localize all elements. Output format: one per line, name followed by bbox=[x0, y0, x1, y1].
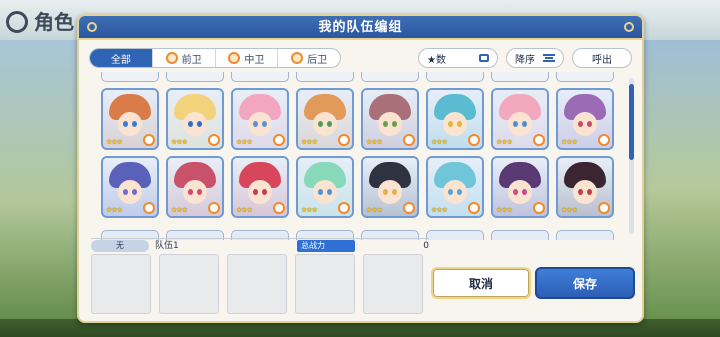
star-rating: ★★★ bbox=[106, 206, 123, 214]
background-right-scenery bbox=[634, 40, 720, 337]
character-card[interactable]: ★★★ bbox=[101, 156, 159, 218]
rank-icon bbox=[208, 134, 220, 146]
character-card[interactable]: ★★★ bbox=[491, 156, 549, 218]
character-card[interactable]: ★★★ bbox=[166, 156, 224, 218]
background-screen-title: 角色 bbox=[6, 6, 74, 34]
sort-key-icon bbox=[479, 54, 489, 62]
star-rating: ★★★ bbox=[106, 138, 123, 146]
rank-icon bbox=[143, 202, 155, 214]
star-rating: ★★★ bbox=[431, 206, 448, 214]
rank-icon bbox=[403, 134, 415, 146]
position-icon bbox=[165, 52, 178, 64]
star-rating: ★★★ bbox=[236, 206, 253, 214]
total-power-value: 0 bbox=[423, 241, 429, 251]
rank-icon bbox=[338, 134, 350, 146]
save-button[interactable]: 保存 bbox=[535, 267, 635, 299]
rank-icon bbox=[533, 202, 545, 214]
position-icon bbox=[228, 52, 241, 64]
star-rating: ★★★ bbox=[561, 206, 578, 214]
character-card[interactable]: ★★★ bbox=[556, 88, 614, 150]
team-info-bar: 无 队伍1 总战力 0 bbox=[91, 238, 429, 253]
rank-icon bbox=[468, 134, 480, 146]
star-rating: ★★★ bbox=[301, 138, 318, 146]
star-rating: ★★★ bbox=[496, 206, 513, 214]
star-rating: ★★★ bbox=[301, 206, 318, 214]
team-slot-1[interactable] bbox=[91, 254, 151, 314]
rank-icon bbox=[273, 134, 285, 146]
rank-icon bbox=[403, 202, 415, 214]
rank-icon bbox=[143, 134, 155, 146]
tab-front[interactable]: 前卫 bbox=[153, 49, 216, 67]
background-left-scenery bbox=[0, 40, 78, 337]
roster-grid: ★★★ ★★★ ★★★ ★★★ ★★★ ★★★ ★★★ ★★★ ★★★ ★★★ ★★★ ★★★ ★★★ ★… bbox=[101, 88, 623, 218]
character-card[interactable]: ★★★ bbox=[231, 88, 289, 150]
header-ornament-icon bbox=[87, 22, 97, 32]
callout-button[interactable]: 呼出 bbox=[572, 48, 632, 68]
team-slot-5[interactable] bbox=[363, 254, 423, 314]
character-card[interactable]: ★★★ bbox=[101, 88, 159, 150]
back-swirl-icon bbox=[6, 11, 28, 33]
character-card[interactable]: ★★★ bbox=[296, 156, 354, 218]
character-card[interactable]: ★★★ bbox=[361, 88, 419, 150]
sort-order-icon bbox=[543, 54, 555, 62]
sort-order-button[interactable]: 降序 bbox=[506, 48, 564, 68]
character-card[interactable]: ★★★ bbox=[426, 88, 484, 150]
character-card[interactable]: ★★★ bbox=[556, 156, 614, 218]
rank-icon bbox=[533, 134, 545, 146]
dialog-header: 我的队伍编组 bbox=[79, 16, 642, 40]
team-slot-2[interactable] bbox=[159, 254, 219, 314]
dialog-title: 我的队伍编组 bbox=[318, 20, 403, 35]
rank-icon bbox=[273, 202, 285, 214]
rank-icon bbox=[598, 134, 610, 146]
rank-icon bbox=[338, 202, 350, 214]
character-card[interactable]: ★★★ bbox=[426, 156, 484, 218]
star-rating: ★★★ bbox=[171, 138, 188, 146]
character-card[interactable]: ★★★ bbox=[296, 88, 354, 150]
tab-middle[interactable]: 中卫 bbox=[216, 49, 279, 67]
star-rating: ★★★ bbox=[431, 138, 448, 146]
team-slot-3[interactable] bbox=[227, 254, 287, 314]
star-rating: ★★★ bbox=[171, 206, 188, 214]
header-ornament-icon bbox=[624, 22, 634, 32]
tab-back[interactable]: 后卫 bbox=[278, 49, 340, 67]
sort-key-button[interactable]: ★数 bbox=[418, 48, 498, 68]
tab-all[interactable]: 全部 bbox=[90, 49, 153, 67]
team-badge: 无 bbox=[91, 240, 149, 252]
position-icon bbox=[291, 52, 304, 64]
character-card[interactable]: ★★★ bbox=[166, 88, 224, 150]
character-card[interactable]: ★★★ bbox=[491, 88, 549, 150]
star-rating: ★★★ bbox=[236, 138, 253, 146]
team-edit-dialog: 我的队伍编组 全部 前卫 中卫 后卫 ★数 降序 呼出 ★★★ ★★★ ★★★ … bbox=[77, 14, 644, 323]
character-card[interactable]: ★★★ bbox=[361, 156, 419, 218]
position-filter-tabs: 全部 前卫 中卫 后卫 bbox=[89, 48, 341, 68]
sort-controls: ★数 降序 呼出 bbox=[418, 48, 632, 68]
star-rating: ★★★ bbox=[366, 206, 383, 214]
scroll-thumb[interactable] bbox=[629, 84, 634, 160]
character-card[interactable]: ★★★ bbox=[231, 156, 289, 218]
star-rating: ★★★ bbox=[366, 138, 383, 146]
team-name[interactable]: 队伍1 bbox=[155, 239, 179, 253]
character-roster: ★★★ ★★★ ★★★ ★★★ ★★★ ★★★ ★★★ ★★★ ★★★ ★★★ ★★★ ★★★ ★★★ ★… bbox=[93, 72, 623, 240]
cancel-button[interactable]: 取消 bbox=[431, 267, 531, 299]
roster-row-above bbox=[101, 72, 621, 82]
roster-scrollbar[interactable] bbox=[629, 78, 634, 234]
star-rating: ★★★ bbox=[496, 138, 513, 146]
team-slots bbox=[91, 254, 423, 314]
rank-icon bbox=[208, 202, 220, 214]
total-power-label: 总战力 bbox=[297, 240, 355, 252]
team-slot-4[interactable] bbox=[295, 254, 355, 314]
rank-icon bbox=[598, 202, 610, 214]
rank-icon bbox=[468, 202, 480, 214]
star-rating: ★★★ bbox=[561, 138, 578, 146]
